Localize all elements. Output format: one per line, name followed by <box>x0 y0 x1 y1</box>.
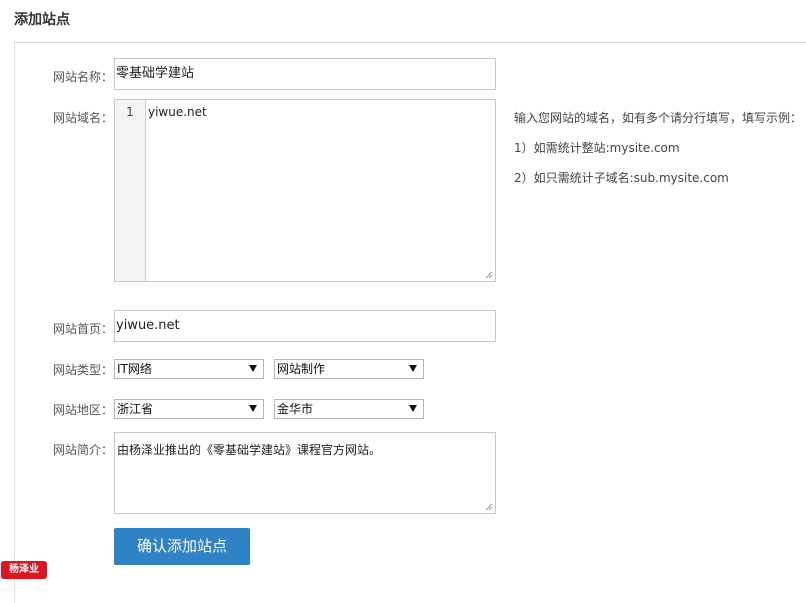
site-home-input[interactable]: yiwue.net <box>114 310 496 342</box>
line-number: 1 <box>126 105 134 119</box>
dropdown-arrow-icon <box>249 405 257 412</box>
site-subtype-value: 网站制作 <box>277 362 326 376</box>
province-value: 浙江省 <box>117 402 154 416</box>
dropdown-arrow-icon <box>249 365 257 372</box>
line-number-gutter: 1 <box>115 100 146 281</box>
site-type-label: 网站类型： <box>53 363 114 377</box>
site-home-label: 网站首页： <box>53 322 114 336</box>
domain-hint-line-3: 2）如只需统计子域名:sub.mysite.com <box>514 171 729 185</box>
site-intro-textarea[interactable]: 由杨泽业推出的《零基础学建站》课程官方网站。 <box>114 432 496 514</box>
site-type-value: IT网络 <box>117 362 152 376</box>
site-intro-text: 由杨泽业推出的《零基础学建站》课程官方网站。 <box>117 443 382 457</box>
resize-grip-icon[interactable] <box>485 503 493 511</box>
domain-hint-line-1: 输入您网站的域名，如有多个请分行填写，填写示例： <box>514 111 803 125</box>
province-select[interactable]: 浙江省 <box>114 399 264 419</box>
site-region-label: 网站地区： <box>53 403 114 417</box>
resize-grip-icon[interactable] <box>485 271 493 279</box>
city-value: 金华市 <box>277 402 314 416</box>
site-type-select[interactable]: IT网络 <box>114 359 264 379</box>
site-domain-label: 网站域名： <box>53 111 114 125</box>
site-domain-editor[interactable]: 1 yiwue.net <box>114 99 496 282</box>
dropdown-arrow-icon <box>409 365 417 372</box>
city-select[interactable]: 金华市 <box>274 399 424 419</box>
page-title: 添加站点 <box>14 12 70 28</box>
site-name-label: 网站名称： <box>53 70 114 84</box>
submit-button[interactable]: 确认添加站点 <box>114 528 250 565</box>
site-name-input[interactable]: 零基础学建站 <box>114 58 496 90</box>
domain-hint-line-2: 1）如需统计整站:mysite.com <box>514 141 680 155</box>
watermark-stamp: 杨泽业 <box>1 561 47 579</box>
site-intro-label: 网站简介： <box>53 443 114 457</box>
site-subtype-select[interactable]: 网站制作 <box>274 359 424 379</box>
site-domain-text: yiwue.net <box>148 105 207 119</box>
dropdown-arrow-icon <box>409 405 417 412</box>
